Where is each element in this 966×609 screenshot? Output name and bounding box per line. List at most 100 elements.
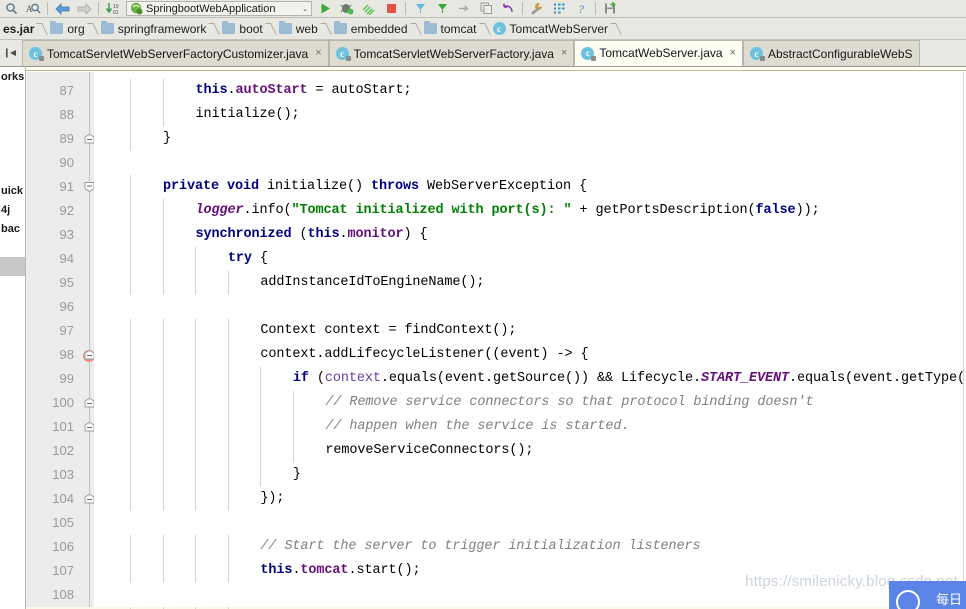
code-token: autoStart [235, 83, 308, 98]
run-with-coverage-icon[interactable] [358, 0, 380, 17]
breadcrumb-item-class[interactable]: c TomcatWebServer [490, 18, 613, 39]
close-icon[interactable]: × [561, 48, 567, 59]
debug-icon[interactable] [336, 0, 358, 17]
pin-tab-icon[interactable] [0, 40, 22, 66]
code-line[interactable]: removeServiceConnectors(); [94, 439, 966, 463]
navigate-back-icon[interactable] [51, 0, 73, 17]
code-line[interactable]: // Start the server to trigger initializ… [94, 535, 966, 559]
tree-row[interactable]: bac [0, 219, 25, 238]
breadcrumb-item-jar[interactable]: es.jar [0, 18, 39, 39]
code-line[interactable]: Context context = findContext(); [94, 319, 966, 343]
code-line[interactable] [94, 151, 966, 175]
structure-icon[interactable] [548, 0, 570, 17]
gutter-row[interactable]: 108 [26, 583, 94, 607]
code-line[interactable]: private void initialize() throws WebServ… [94, 175, 966, 199]
tree-row[interactable] [0, 295, 25, 314]
stop-icon[interactable] [380, 0, 402, 17]
code-line[interactable]: } [94, 463, 966, 487]
gutter-row[interactable]: 102 [26, 439, 94, 463]
editor-gutter[interactable]: 87 88 89 90 91 92 93 94 95 96 97 98λ 99 100 101 102 103 1… [26, 72, 101, 609]
code-editor[interactable]: 87 88 89 90 91 92 93 94 95 96 97 98λ 99 100 101 102 103 1… [26, 67, 966, 609]
search-icon[interactable] [0, 0, 22, 17]
breadcrumb-item-springframework[interactable]: springframework [98, 18, 212, 39]
code-line[interactable]: this.autoStart = autoStart; [94, 79, 966, 103]
save-all-icon[interactable] [599, 0, 621, 17]
gutter-row[interactable]: 101 [26, 415, 95, 439]
navigate-forward-icon[interactable] [73, 0, 95, 17]
tree-row[interactable] [0, 86, 25, 105]
code-line[interactable]: addInstanceIdToEngineName(); [94, 271, 966, 295]
search-structurally-icon[interactable]: A [22, 0, 44, 17]
help-icon[interactable]: ? [570, 0, 592, 17]
tree-row[interactable] [0, 162, 25, 181]
tab-tomcat-web-server[interactable]: c TomcatWebServer.java × [574, 40, 743, 66]
tab-abstract-configurable-web-server[interactable]: c AbstractConfigurableWebS [742, 40, 920, 66]
gutter-row[interactable]: 97 [26, 319, 94, 343]
tree-row[interactable]: orksp [0, 67, 25, 86]
sort-by-icon[interactable]: 10 01 [102, 0, 124, 17]
rerun-icon[interactable] [431, 0, 453, 17]
code-line[interactable]: // happen when the service is started. [94, 415, 966, 439]
run-icon[interactable] [314, 0, 336, 17]
code-line[interactable]: // Remove service connectors so that pro… [94, 391, 966, 415]
gutter-row[interactable]: 107 [26, 559, 94, 583]
code-line[interactable] [94, 295, 966, 319]
code-line[interactable] [94, 511, 966, 535]
tree-row[interactable] [0, 238, 25, 257]
gutter-row[interactable]: 104 [26, 487, 95, 511]
gutter-row[interactable]: 96 [26, 295, 94, 319]
code-line[interactable]: } [94, 127, 966, 151]
gutter-row[interactable]: 91 [26, 175, 95, 199]
line-number: 88 [59, 107, 74, 122]
breadcrumb-item-org[interactable]: org [47, 18, 89, 39]
settings-wrench-icon[interactable] [526, 0, 548, 17]
gutter-row[interactable]: 94 [26, 247, 94, 271]
tree-row[interactable] [0, 124, 25, 143]
gutter-row[interactable]: 106 [26, 535, 94, 559]
update-application-icon[interactable] [409, 0, 431, 17]
undo-icon[interactable] [497, 0, 519, 17]
code-line[interactable]: logger.info("Tomcat initialized with por… [94, 199, 966, 223]
breadcrumb-item-web[interactable]: web [276, 18, 323, 39]
chevron-down-icon[interactable]: ⌄ [298, 5, 308, 13]
tree-row[interactable]: uick [0, 181, 25, 200]
gutter-row[interactable]: 103 [26, 463, 94, 487]
close-icon[interactable]: × [730, 47, 736, 59]
gutter-row[interactable]: 95 [26, 271, 94, 295]
code-content[interactable]: this.tomcat = tomcat;this.autoStart = au… [94, 72, 966, 609]
tab-tomcat-servlet-web-server-factory-customizer[interactable]: c TomcatServletWebServerFactoryCustomize… [22, 40, 329, 66]
tree-row[interactable] [0, 105, 25, 124]
code-token: if [292, 371, 317, 386]
code-line[interactable]: initialize(); [94, 103, 966, 127]
tree-row[interactable]: 4j [0, 200, 25, 219]
breadcrumb-item-boot[interactable]: boot [219, 18, 267, 39]
copy-icon[interactable] [475, 0, 497, 17]
gutter-row[interactable]: 93 [26, 223, 94, 247]
gutter-row[interactable]: 87 [26, 79, 94, 103]
code-line[interactable]: synchronized (this.monitor) { [94, 223, 966, 247]
tree-row[interactable] [0, 257, 25, 276]
tree-row[interactable] [0, 276, 25, 295]
tree-row[interactable] [0, 143, 25, 162]
breadcrumb-item-tomcat[interactable]: tomcat [421, 18, 482, 39]
run-configuration-selector[interactable]: SpringbootWebApplication ⌄ [126, 1, 312, 16]
code-line[interactable]: context.addLifecycleListener((event) -> … [94, 343, 966, 367]
gutter-row[interactable]: 100 [26, 391, 95, 415]
gutter-row[interactable]: 98λ [26, 343, 101, 367]
code-line[interactable]: try { [94, 247, 966, 271]
indent-guide [130, 271, 132, 295]
gutter-row[interactable]: 89 [26, 127, 95, 151]
gutter-row[interactable]: 99 [26, 367, 94, 391]
gutter-row[interactable]: 88 [26, 103, 94, 127]
gutter-row[interactable]: 92 [26, 199, 94, 223]
project-tree-panel[interactable]: orksp uick 4j bac [0, 67, 26, 609]
gutter-row[interactable]: 105 [26, 511, 94, 535]
gutter-row[interactable]: 90 [26, 151, 94, 175]
tab-tomcat-servlet-web-server-factory[interactable]: c TomcatServletWebServerFactory.java × [328, 40, 575, 66]
breadcrumb-item-embedded[interactable]: embedded [331, 18, 413, 39]
step-over-icon[interactable] [453, 0, 475, 17]
code-line[interactable]: if (context.equals(event.getSource()) &&… [94, 367, 966, 391]
code-line[interactable]: }); [94, 487, 966, 511]
close-icon[interactable]: × [315, 48, 321, 59]
csdn-badge: 每日 [889, 581, 966, 609]
